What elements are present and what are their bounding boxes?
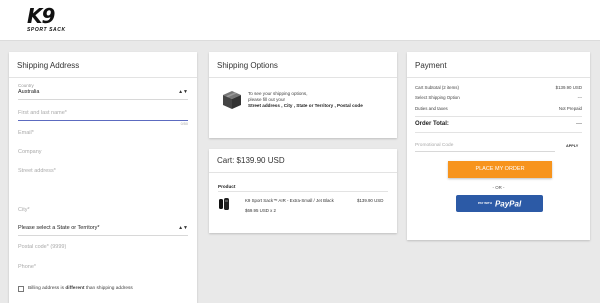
billing-different-checkbox[interactable] (18, 286, 24, 292)
order-total-label: Order Total: (415, 121, 449, 127)
shipping-options-message: To see your shipping options, please fil… (248, 91, 363, 108)
phone-placeholder: Phone* (18, 264, 37, 270)
country-select[interactable]: Country Australia ▲▼ (18, 83, 188, 100)
company-field[interactable]: Company (18, 149, 188, 161)
payment-title: Payment (407, 52, 590, 78)
name-counter: 0/50 (180, 122, 188, 126)
shipping-options-title: Shipping Options (209, 52, 397, 78)
postal-code-field[interactable]: Postal code* (9999) (18, 244, 188, 256)
city-placeholder: City* (18, 207, 30, 213)
or-divider: - OR - (492, 185, 505, 190)
duties-taxes-row: Duties and taxes Not Prepaid (415, 106, 582, 111)
name-field[interactable]: First and last name* 0/50 (18, 110, 188, 126)
postal-placeholder: Postal code* (9999) (18, 244, 67, 250)
shipping-address-card: Shipping Address Country Australia ▲▼ Fi… (9, 52, 197, 303)
billing-different-label[interactable]: Billing address is different than shippi… (28, 286, 133, 291)
updown-arrow-icon: ▲▼ (178, 89, 188, 95)
shipping-options-card: Shipping Options To see your shipping op… (209, 52, 397, 138)
brand-logo[interactable]: K9 SPORT SACK (27, 6, 85, 34)
shipping-option-row: Select Shipping Option --- (415, 95, 582, 100)
promo-code-input[interactable]: Promotional Code (415, 143, 453, 148)
country-value: Australia (18, 89, 40, 95)
cart-item-name[interactable]: K9 Sport Sack™ AIR - Extra-Small / Jet B… (245, 198, 334, 203)
email-field[interactable]: Email* (18, 130, 188, 142)
cart-card: Cart: $139.90 USD Product K9 Sport Sack™… (209, 149, 397, 233)
product-column-header: Product (218, 184, 236, 189)
paypal-button[interactable]: PAY WITH PayPal (456, 195, 543, 212)
payment-card: Payment Cart Subtotal (2 items) $139.90 … (407, 52, 590, 240)
street-placeholder: Street address* (18, 168, 56, 174)
product-thumbnail (219, 198, 229, 210)
apply-button[interactable]: APPLY (566, 144, 578, 148)
shipping-address-title: Shipping Address (9, 52, 197, 78)
country-label: Country (18, 83, 34, 88)
state-select[interactable]: Please select a State or Territory* ▲▼ (18, 225, 188, 237)
street-address-field[interactable]: Street address* (18, 168, 188, 198)
updown-arrow-icon: ▲▼ (178, 225, 188, 231)
top-bar: K9 SPORT SACK (0, 0, 600, 41)
package-box-icon (223, 91, 241, 109)
place-order-button[interactable]: PLACE MY ORDER (448, 161, 552, 178)
logo-sub-text: SPORT SACK (27, 27, 66, 33)
paypal-small-label: PAY WITH (477, 201, 492, 206)
order-total-value: --- (576, 121, 582, 127)
logo-main-text: K9 (27, 4, 55, 28)
company-placeholder: Company (18, 149, 42, 155)
name-placeholder: First and last name* (18, 110, 67, 116)
cart-title: Cart: $139.90 USD (209, 149, 397, 173)
city-field[interactable]: City* (18, 207, 188, 219)
cart-item-quantity: $69.95 USD x 2 (245, 208, 276, 213)
state-value: Please select a State or Territory* (18, 225, 100, 231)
subtotal-row: Cart Subtotal (2 items) $139.90 USD (415, 85, 582, 90)
paypal-logo: PayPal (494, 199, 522, 209)
phone-field[interactable]: Phone* (18, 264, 188, 276)
name-focus-underline (18, 120, 188, 121)
cart-item-price: $139.90 USD (357, 198, 384, 203)
email-placeholder: Email* (18, 130, 34, 136)
